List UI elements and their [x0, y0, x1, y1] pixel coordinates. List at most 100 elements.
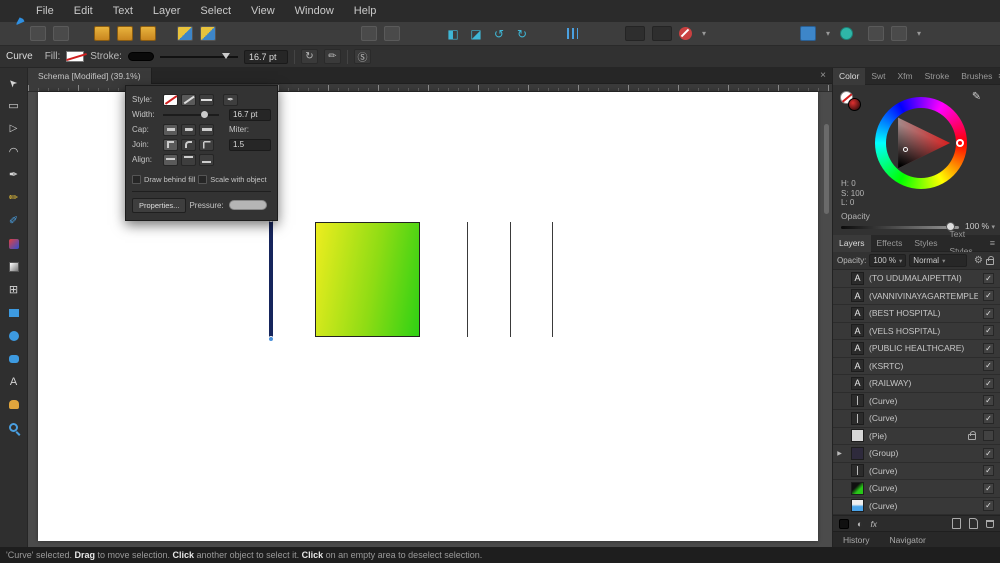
stroke-style-solid-button[interactable]	[181, 93, 196, 106]
vector-crop-tool[interactable]: ⊞	[0, 278, 28, 301]
reverse-direction-icon[interactable]: ↻	[300, 49, 318, 64]
layer-row[interactable]: (Curve) ✓	[833, 462, 1000, 480]
persona-export-icon[interactable]	[53, 26, 69, 41]
layers-opacity-dropdown[interactable]: 100 % ▾	[869, 254, 907, 267]
layer-visibility-checkbox[interactable]: ✓	[983, 482, 994, 494]
layer-visibility-checkbox[interactable]: ✓	[983, 465, 994, 477]
artistic-text-tool[interactable]: A	[0, 370, 28, 393]
menu-text[interactable]: Text	[103, 0, 143, 22]
layer-visibility-checkbox[interactable]: ✓	[983, 307, 994, 319]
color-opacity-value[interactable]: 100 % ▾	[965, 221, 995, 231]
stroke-style-none-button[interactable]	[163, 93, 178, 106]
align-inside-button[interactable]	[181, 153, 196, 166]
adjustment-icon[interactable]: ◐	[857, 519, 862, 529]
layer-visibility-checkbox[interactable]	[983, 430, 994, 442]
layer-row[interactable]: A (KSRTC) ✓	[833, 357, 1000, 375]
layer-visibility-checkbox[interactable]: ✓	[983, 290, 994, 302]
menu-window[interactable]: Window	[285, 0, 344, 22]
tab-stroke[interactable]: Stroke	[919, 68, 956, 85]
tab-navigator[interactable]: Navigator	[879, 532, 935, 548]
close-tab-icon[interactable]: ×	[820, 70, 826, 81]
fill-tool[interactable]	[0, 232, 28, 255]
tab-history[interactable]: History	[833, 532, 879, 548]
tab-color[interactable]: Color	[833, 67, 866, 85]
document-tab[interactable]: Schema [Modified] (39.1%)	[28, 67, 152, 84]
insert-on-top-icon[interactable]	[140, 26, 156, 41]
width-input[interactable]: 16.7 pt	[229, 108, 271, 121]
move-tool[interactable]: ➤	[0, 71, 28, 94]
opacity-slider-knob[interactable]	[946, 222, 955, 231]
round-cap-button[interactable]	[181, 123, 196, 136]
color-opacity-slider[interactable]	[841, 226, 959, 229]
flip-horizontal-icon[interactable]: ◧	[445, 26, 461, 41]
color-wheel[interactable]	[875, 97, 967, 189]
tab-brushes[interactable]: Brushes	[955, 68, 998, 85]
tab-transform[interactable]: Xfm	[891, 68, 918, 85]
delete-layer-icon[interactable]	[986, 519, 994, 528]
eyedropper-icon[interactable]: ✐	[969, 91, 982, 100]
order-forward-icon[interactable]	[625, 26, 645, 41]
alignment-icon[interactable]	[567, 28, 578, 39]
tab-swatches[interactable]: Swt	[865, 68, 891, 85]
pressure-profile-icon[interactable]: ✏	[323, 49, 341, 64]
blend-mode-dropdown[interactable]: Normal ▾	[909, 254, 968, 267]
gear-icon[interactable]: ⚙	[974, 255, 983, 266]
gradient-rectangle-object[interactable]	[315, 222, 420, 337]
tab-effects[interactable]: Effects	[871, 235, 909, 252]
layer-row[interactable]: A (PUBLIC HEALTHCARE) ✓	[833, 340, 1000, 358]
curve-line-object-3[interactable]	[552, 222, 553, 337]
insert-behind-icon[interactable]	[94, 26, 110, 41]
stroke-style-brush-button[interactable]: ✒	[223, 93, 238, 106]
layer-visibility-checkbox[interactable]: ✓	[983, 395, 994, 407]
layer-row[interactable]: A (TO UDUMALAIPETTAI) ✓	[833, 270, 1000, 288]
curve-line-object-1[interactable]	[467, 222, 468, 337]
color-sync-icon[interactable]	[840, 27, 853, 40]
layer-visibility-checkbox[interactable]: ✓	[983, 272, 994, 284]
layer-row[interactable]: A (VANNIVINAYAGARTEMPLE) ✓	[833, 287, 1000, 305]
layer-visibility-checkbox[interactable]: ✓	[983, 377, 994, 389]
fill-swatch[interactable]	[66, 51, 85, 62]
menu-file[interactable]: File	[26, 0, 64, 22]
pressure-profile[interactable]	[228, 200, 267, 210]
zoom-tool[interactable]	[0, 416, 28, 439]
layer-visibility-checkbox[interactable]: ✓	[983, 500, 994, 512]
curve-line-object-2[interactable]	[510, 222, 511, 337]
hue-selector-dot[interactable]	[956, 139, 964, 147]
square-cap-button[interactable]	[199, 123, 214, 136]
layer-row[interactable]: A (BEST HOSPITAL) ✓	[833, 305, 1000, 323]
corner-tool[interactable]: ◠	[0, 140, 28, 163]
pen-tool[interactable]: ✒	[0, 163, 28, 186]
insert-target-icon[interactable]	[800, 26, 816, 41]
selection-handle-bottom[interactable]	[268, 336, 274, 342]
butt-cap-button[interactable]	[163, 123, 178, 136]
selected-curve-object[interactable]	[269, 221, 273, 338]
preview-mode-icon[interactable]	[361, 26, 377, 41]
order-backward-icon[interactable]	[652, 26, 672, 41]
rectangle-tool[interactable]	[0, 301, 28, 324]
new-layer-icon[interactable]	[969, 518, 978, 529]
menu-edit[interactable]: Edit	[64, 0, 103, 22]
bevel-join-button[interactable]	[199, 138, 214, 151]
vertical-scrollbar[interactable]	[824, 124, 829, 214]
layer-row[interactable]: (Curve) ✓	[833, 410, 1000, 428]
rotate-ccw-icon[interactable]: ↺	[491, 26, 507, 41]
menu-view[interactable]: View	[241, 0, 285, 22]
node-tool[interactable]: ▷	[0, 117, 28, 140]
arrange-icon[interactable]	[868, 26, 884, 41]
draw-behind-fill-checkbox[interactable]	[132, 174, 141, 184]
transform-icon[interactable]	[891, 26, 907, 41]
insert-target-chevron-icon[interactable]: ▾	[823, 26, 833, 41]
toggle-snapping-icon[interactable]	[679, 27, 692, 40]
menu-layer[interactable]: Layer	[143, 0, 191, 22]
flip-vertical-icon[interactable]: ◪	[468, 26, 484, 41]
layer-visibility-checkbox[interactable]: ✓	[983, 360, 994, 372]
tab-layers[interactable]: Layers	[833, 234, 871, 252]
layer-effects-icon[interactable]: fx	[870, 519, 877, 529]
lock-icon[interactable]	[968, 431, 976, 441]
snapping-options-chevron-icon[interactable]: ▾	[699, 26, 709, 41]
view-hand-tool[interactable]	[0, 393, 28, 416]
assets-icon[interactable]	[200, 26, 216, 41]
layer-visibility-checkbox[interactable]: ✓	[983, 342, 994, 354]
miter-join-button[interactable]	[163, 138, 178, 151]
layer-row[interactable]: ▶ (Group) ✓	[833, 445, 1000, 463]
